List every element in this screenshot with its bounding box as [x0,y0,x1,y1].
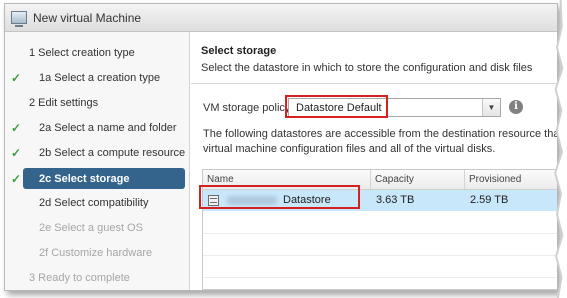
datastore-icon [208,195,219,206]
main-content: Select storage Select the datastore in w… [191,32,557,290]
row-divider [203,233,557,234]
step-2f-customize-hardware: 2f Customize hardware [5,242,189,263]
storage-policy-value: Datastore Default [296,102,382,114]
step-label: 1a Select a creation type [39,71,161,84]
datastore-info-text-line2: virtual machine configuration files and … [203,143,496,155]
step-label: 2a Select a name and folder [39,121,177,134]
cell-provisioned: 2.59 TB [470,194,509,206]
step-2e-select-guest-os: 2e Select a guest OS [5,217,189,238]
step-label: 2 Edit settings [29,96,99,109]
step-label: 2d Select compatibility [39,196,149,209]
storage-policy-label: VM storage policy: [203,102,294,114]
column-header-provisioned[interactable]: Provisioned [465,170,557,189]
info-icon[interactable]: i [509,100,523,114]
row-divider [203,255,557,256]
step-2b-compute-resource[interactable]: ✓ 2b Select a compute resource [5,142,189,163]
row-divider [203,277,557,278]
step-2a-name-and-folder[interactable]: ✓ 2a Select a name and folder [5,117,189,138]
divider [191,83,557,84]
cell-capacity: 3.63 TB [376,194,415,206]
checkmark-icon: ✓ [11,171,22,186]
step-label: 2c Select storage [39,172,130,185]
step-1-select-creation-type: 1 Select creation type [5,42,189,63]
column-header-capacity[interactable]: Capacity [371,170,465,189]
datastore-info-text-line1: The following datastores are accessible … [203,128,558,140]
checkmark-icon: ✓ [11,120,22,135]
section-description: Select the datastore in which to store t… [201,62,533,74]
datastore-name: Datastore [283,194,331,206]
virtual-machine-icon [11,11,27,27]
wizard-steps-sidebar: 1 Select creation type ✓ 1a Select a cre… [5,32,190,290]
redacted-text [227,196,277,205]
step-label: 2f Customize hardware [39,246,153,259]
step-2d-select-compatibility[interactable]: 2d Select compatibility [5,192,189,213]
storage-policy-dropdown[interactable]: Datastore Default ▼ [288,98,501,117]
section-title: Select storage [201,45,277,57]
cell-name: Datastore [203,190,371,211]
title-bar: New virtual Machine [5,4,557,32]
wizard-window: New virtual Machine 1 Select creation ty… [4,3,558,291]
step-label: 3 Ready to complete [29,271,130,284]
step-1a-select-creation-type[interactable]: ✓ 1a Select a creation type [5,67,189,88]
checkmark-icon: ✓ [11,145,22,160]
step-label: 2b Select a compute resource [39,146,186,159]
step-label: 2e Select a guest OS [39,221,143,234]
table-header: Name Capacity Provisioned [203,170,557,190]
step-3-ready-to-complete: 3 Ready to complete [5,267,189,288]
step-2-edit-settings: 2 Edit settings [5,92,189,113]
step-label: 1 Select creation type [29,46,135,59]
table-row[interactable]: Datastore 3.63 TB 2.59 TB [203,190,557,211]
window-title: New virtual Machine [33,10,142,25]
checkmark-icon: ✓ [11,70,22,85]
step-2c-select-storage[interactable]: ✓ 2c Select storage [11,168,185,189]
chevron-down-icon[interactable]: ▼ [482,99,500,116]
column-header-name[interactable]: Name [203,170,371,189]
datastore-table: Name Capacity Provisioned Datastore 3.63… [202,169,557,290]
